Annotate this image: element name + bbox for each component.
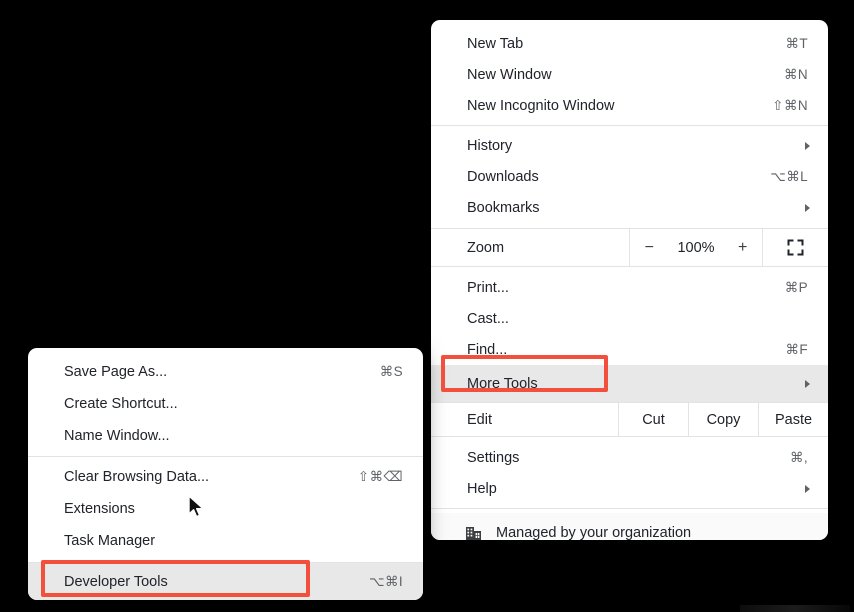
zoom-out-button[interactable]: − [645,239,654,257]
submenu-group-save: Save Page As... ⌘S Create Shortcut... Na… [28,356,423,452]
fullscreen-button[interactable] [762,229,828,266]
menu-item-label: Clear Browsing Data... [64,469,210,485]
mouse-pointer-icon [188,495,204,518]
menu-item-shortcut: ⌘P [784,279,808,295]
submenu-group-tools: Clear Browsing Data... ⇧⌘⌫ Extensions Ta… [28,461,423,557]
menu-item-label: Create Shortcut... [64,396,178,412]
zoom-controls: − 100% + [629,229,762,266]
menu-item-shortcut: ⇧⌘N [772,97,808,113]
menu-item-shortcut: ⌥⌘I [368,573,403,589]
edit-cut-button[interactable]: Cut [618,403,688,436]
edit-copy-button[interactable]: Copy [688,403,758,436]
menu-item-label: Extensions [64,501,135,517]
submenu-item-clear-browsing-data[interactable]: Clear Browsing Data... ⇧⌘⌫ [28,461,423,493]
edit-label: Edit [467,411,492,428]
menu-item-shortcut: ⌘, [789,449,808,465]
bottom-edge-artifact [740,605,850,612]
menu-item-label: Save Page As... [64,364,168,380]
chevron-right-icon [805,379,810,388]
menu-group-new: New Tab ⌘T New Window ⌘N New Incognito W… [431,28,828,121]
menu-item-shortcut: ⌥⌘L [770,168,808,184]
chevron-right-icon [805,484,810,493]
menu-row-zoom: Zoom − 100% + [431,229,828,266]
submenu-item-extensions[interactable]: Extensions [28,493,423,525]
menu-item-history[interactable]: History [431,130,828,161]
menu-separator [431,125,828,126]
submenu-separator [28,456,423,457]
organization-building-icon [466,526,481,540]
menu-item-shortcut: ⌘N [783,66,808,82]
menu-item-label: Find... [467,341,508,358]
fullscreen-icon [787,239,804,256]
menu-item-label: Cast... [467,310,509,327]
managed-by-organization-row[interactable]: Managed by your organization [431,513,828,540]
menu-item-label: Downloads [467,168,539,185]
chevron-right-icon [805,141,810,150]
menu-item-label: Settings [467,449,520,466]
menu-item-label: Bookmarks [467,199,540,216]
menu-item-shortcut: ⌘S [379,364,403,379]
zoom-level-value: 100% [677,239,715,256]
menu-group-browse: History Downloads ⌥⌘L Bookmarks [431,130,828,223]
menu-item-help[interactable]: Help [431,473,828,504]
menu-item-shortcut: ⌘F [785,341,808,357]
submenu-item-developer-tools[interactable]: Developer Tools ⌥⌘I [28,563,423,600]
menu-item-settings[interactable]: Settings ⌘, [431,442,828,473]
menu-separator [431,508,828,509]
menu-item-shortcut: ⇧⌘⌫ [357,469,403,484]
submenu-group-developer: Developer Tools ⌥⌘I [28,563,423,600]
menu-item-label: Name Window... [64,428,170,444]
menu-item-label: Developer Tools [64,573,168,590]
menu-item-new-tab[interactable]: New Tab ⌘T [431,28,828,59]
submenu-item-task-manager[interactable]: Task Manager [28,525,423,557]
menu-item-label: Print... [467,279,509,296]
menu-row-edit: Edit Cut Copy Paste [431,403,828,436]
submenu-top-padding [28,348,423,356]
zoom-label: Zoom [467,239,505,256]
menu-item-new-incognito-window[interactable]: New Incognito Window ⇧⌘N [431,90,828,121]
menu-item-find[interactable]: Find... ⌘F [431,334,828,365]
more-tools-submenu[interactable]: Save Page As... ⌘S Create Shortcut... Na… [28,348,423,600]
chrome-main-menu[interactable]: New Tab ⌘T New Window ⌘N New Incognito W… [431,20,828,540]
menu-item-bookmarks[interactable]: Bookmarks [431,192,828,223]
menu-item-cast[interactable]: Cast... [431,303,828,334]
menu-item-label: Task Manager [64,533,156,549]
menu-item-label: New Window [467,66,552,83]
menu-group-settings: Settings ⌘, Help [431,442,828,504]
edit-paste-button[interactable]: Paste [758,403,828,436]
menu-item-label: New Tab [467,35,524,52]
menu-item-print[interactable]: Print... ⌘P [431,272,828,303]
menu-item-downloads[interactable]: Downloads ⌥⌘L [431,161,828,192]
menu-item-more-tools[interactable]: More Tools [431,365,828,402]
menu-item-label: More Tools [467,375,538,392]
submenu-item-save-page-as[interactable]: Save Page As... ⌘S [28,356,423,388]
menu-item-new-window[interactable]: New Window ⌘N [431,59,828,90]
menu-top-padding [431,20,828,28]
submenu-item-name-window[interactable]: Name Window... [28,420,423,452]
menu-item-label: History [467,137,513,154]
managed-by-organization-label: Managed by your organization [496,525,692,540]
menu-item-label: New Incognito Window [467,97,615,114]
menu-item-shortcut: ⌘T [785,35,808,51]
chevron-right-icon [805,203,810,212]
menu-item-label: Help [467,480,497,497]
submenu-item-create-shortcut[interactable]: Create Shortcut... [28,388,423,420]
menu-group-page-actions: Print... ⌘P Cast... Find... ⌘F More Tool… [431,272,828,402]
zoom-in-button[interactable]: + [738,239,747,257]
